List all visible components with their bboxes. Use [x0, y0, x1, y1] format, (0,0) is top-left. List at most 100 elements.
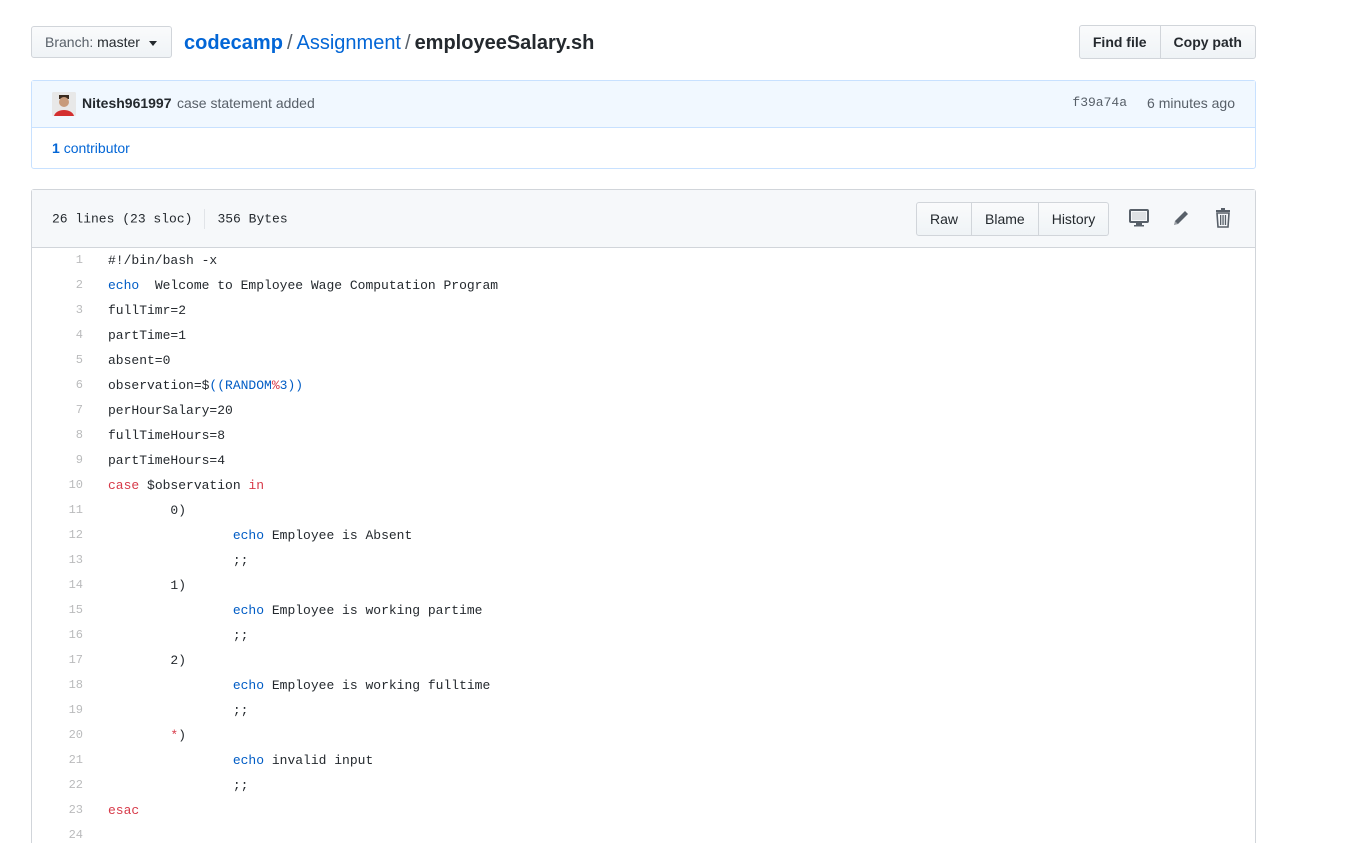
- line-content: esac: [108, 798, 139, 823]
- contributor-count: 1: [52, 140, 60, 156]
- line-number[interactable]: 12: [32, 523, 83, 548]
- line-number[interactable]: 18: [32, 673, 83, 698]
- line-content: 0): [108, 498, 186, 523]
- line-content: 2): [108, 648, 186, 673]
- code-token: #!/bin/bash -x: [108, 253, 218, 268]
- breadcrumb-repo-link[interactable]: codecamp: [184, 32, 283, 54]
- code-token: Employee is working partime: [264, 603, 483, 618]
- line-number[interactable]: 19: [32, 698, 83, 723]
- breadcrumb-separator: /: [286, 32, 293, 54]
- line-content: fullTimeHours=8: [108, 423, 225, 448]
- line-number[interactable]: 13: [32, 548, 83, 573]
- code-token: %: [271, 378, 280, 393]
- code-token: echo: [232, 753, 265, 768]
- code-line: 22 ;;: [32, 773, 1255, 798]
- line-number[interactable]: 16: [32, 623, 83, 648]
- avatar[interactable]: [52, 92, 76, 116]
- file-line-count: 26 lines (23 sloc): [52, 211, 193, 227]
- branch-select-button[interactable]: Branch: master: [31, 26, 172, 58]
- line-number[interactable]: 24: [32, 823, 83, 843]
- code-token: 3)): [279, 378, 304, 393]
- line-content: ;;: [108, 623, 249, 648]
- breadcrumb-folder-link[interactable]: Assignment: [297, 32, 402, 54]
- commit-message-link[interactable]: case statement added: [177, 95, 315, 111]
- code-token: echo: [232, 603, 265, 618]
- code-line: 12 echo Employee is Absent: [32, 523, 1255, 548]
- code-token: ((RANDOM: [209, 378, 272, 393]
- code-line: 10 case $observation in: [32, 473, 1255, 498]
- copy-path-button[interactable]: Copy path: [1160, 25, 1256, 59]
- line-number[interactable]: 20: [32, 723, 83, 748]
- file-size: 356 Bytes: [217, 211, 288, 227]
- history-button[interactable]: History: [1038, 202, 1110, 236]
- line-number[interactable]: 14: [32, 573, 83, 598]
- line-number[interactable]: 2: [32, 273, 83, 298]
- code-token: 1): [108, 578, 187, 593]
- line-number[interactable]: 11: [32, 498, 83, 523]
- contributors-link[interactable]: 1 contributor: [52, 140, 130, 156]
- line-content: partTime=1: [108, 323, 186, 348]
- code-line: 11 0): [32, 498, 1255, 523]
- line-number[interactable]: 15: [32, 598, 83, 623]
- line-number[interactable]: 17: [32, 648, 83, 673]
- code-line: 4 partTime=1: [32, 323, 1255, 348]
- line-content: 1): [108, 573, 186, 598]
- line-number[interactable]: 8: [32, 423, 83, 448]
- line-content: echo invalid input: [108, 748, 373, 773]
- code-token: absent=0: [108, 353, 171, 368]
- breadcrumb-file-name: employeeSalary.sh: [414, 32, 595, 54]
- line-number[interactable]: 4: [32, 323, 83, 348]
- line-content: case $observation in: [108, 473, 264, 498]
- line-number[interactable]: 6: [32, 373, 83, 398]
- line-content: partTimeHours=4: [108, 448, 225, 473]
- line-number[interactable]: 5: [32, 348, 83, 373]
- commit-summary: Nitesh961997 case statement added f39a74…: [32, 81, 1255, 128]
- file-actions: Raw Blame History: [916, 202, 1110, 236]
- code-token: 0): [108, 503, 187, 518]
- code-token: case: [108, 478, 140, 493]
- line-number[interactable]: 9: [32, 448, 83, 473]
- line-number[interactable]: 22: [32, 773, 83, 798]
- line-number[interactable]: 3: [32, 298, 83, 323]
- line-content: #!/bin/bash -x: [108, 248, 217, 273]
- file-info: 26 lines (23 sloc) 356 Bytes: [52, 209, 288, 229]
- code-token: in: [248, 478, 265, 493]
- pencil-icon[interactable]: [1169, 206, 1193, 230]
- code-token: Employee is Absent: [264, 528, 413, 543]
- find-file-button[interactable]: Find file: [1078, 25, 1161, 59]
- commit-author-link[interactable]: Nitesh961997: [82, 95, 172, 111]
- breadcrumb-separator: /: [405, 32, 411, 54]
- code-line: 13 ;;: [32, 548, 1255, 573]
- code-line: 14 1): [32, 573, 1255, 598]
- line-content: ;;: [108, 548, 249, 573]
- line-content: observation=$((RANDOM%3)): [108, 373, 303, 398]
- code-blob: 1 #!/bin/bash -x 2 echo Welcome to Employee…: [32, 248, 1255, 843]
- line-number[interactable]: 21: [32, 748, 83, 773]
- code-token: ;;: [108, 703, 249, 718]
- line-content: echo Employee is working fulltime: [108, 673, 490, 698]
- commit-time: 6 minutes ago: [1147, 95, 1235, 111]
- commit-sha-link[interactable]: f39a74a: [1072, 95, 1127, 110]
- code-line: 8 fullTimeHours=8: [32, 423, 1255, 448]
- line-content: perHourSalary=20: [108, 398, 233, 423]
- code-token: partTimeHours=4: [108, 453, 226, 468]
- line-number[interactable]: 1: [32, 248, 83, 273]
- blame-button[interactable]: Blame: [972, 202, 1039, 236]
- line-number[interactable]: 23: [32, 798, 83, 823]
- desktop-icon[interactable]: [1127, 206, 1151, 230]
- line-content: fullTimr=2: [108, 298, 186, 323]
- line-number[interactable]: 10: [32, 473, 83, 498]
- code-line: 3 fullTimr=2: [32, 298, 1255, 323]
- line-number[interactable]: 7: [32, 398, 83, 423]
- code-token: perHourSalary=20: [108, 403, 233, 418]
- line-content: echo Employee is working partime: [108, 598, 483, 623]
- branch-prefix: Branch:: [45, 34, 94, 50]
- line-content: echo Employee is Absent: [108, 523, 412, 548]
- contributor-label: contributor: [63, 140, 130, 156]
- code-token: esac: [108, 803, 140, 818]
- code-line: 23 esac: [32, 798, 1255, 823]
- raw-button[interactable]: Raw: [916, 202, 973, 236]
- file-navigation: Branch: master codecamp / Assignment / emplo…: [31, 25, 1256, 61]
- trashcan-icon[interactable]: [1211, 206, 1235, 230]
